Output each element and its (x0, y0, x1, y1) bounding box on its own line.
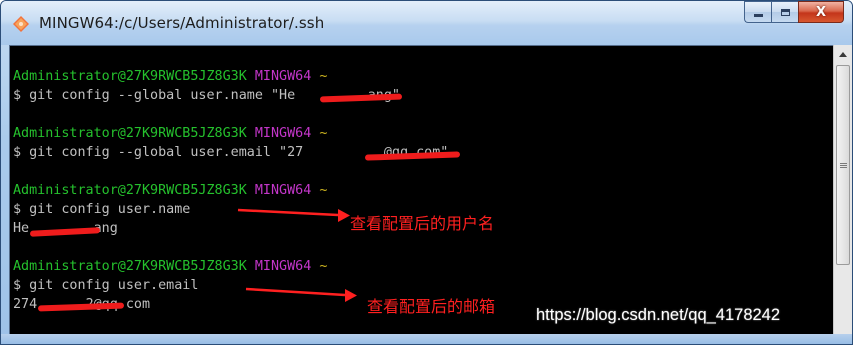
arrow-email (245, 287, 357, 302)
maximize-icon (780, 8, 790, 16)
annotation-username: 查看配置后的用户名 (350, 214, 495, 233)
terminal-area[interactable]: Administrator@27K9RWCB5JZ8G3K MINGW64 ~ … (9, 45, 835, 337)
git-bash-icon (13, 16, 29, 32)
arrow-up-icon (839, 51, 847, 57)
window-controls: X (744, 1, 844, 23)
arrow-username (237, 208, 350, 222)
grip-icon (839, 164, 847, 166)
terminal-window: MINGW64:/c/Users/Administrator/.ssh X Ad… (0, 0, 853, 345)
minimize-button[interactable] (744, 1, 771, 23)
title-bar[interactable]: MINGW64:/c/Users/Administrator/.ssh X (1, 1, 852, 45)
maximize-button[interactable] (771, 1, 798, 23)
minimize-icon (753, 13, 763, 17)
vertical-scrollbar[interactable] (833, 45, 852, 337)
window-title: MINGW64:/c/Users/Administrator/.ssh (39, 14, 325, 32)
close-button[interactable]: X (798, 1, 844, 23)
close-icon: X (815, 4, 827, 20)
window-bottom-border (1, 334, 852, 344)
annotation-email: 查看配置后的邮箱 (367, 297, 496, 316)
scroll-up-button[interactable] (834, 45, 852, 63)
scroll-thumb[interactable] (836, 65, 850, 265)
